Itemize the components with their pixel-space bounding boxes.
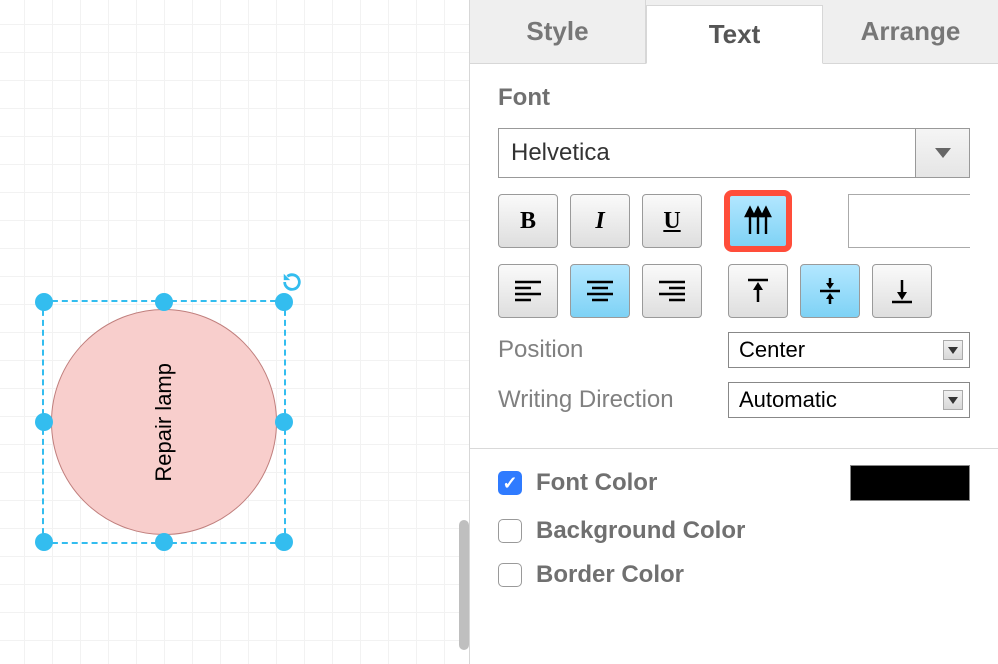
resize-handle-s[interactable] bbox=[155, 533, 173, 551]
valign-middle-button[interactable] bbox=[800, 264, 860, 318]
background-color-label: Background Color bbox=[536, 517, 745, 545]
chevron-down-icon bbox=[943, 390, 963, 410]
font-color-swatch[interactable] bbox=[850, 465, 970, 501]
format-panel: Style Text Arrange Font Helvetica B I U bbox=[469, 0, 998, 664]
valign-top-icon bbox=[745, 276, 771, 306]
align-left-button[interactable] bbox=[498, 264, 558, 318]
tab-style[interactable]: Style bbox=[470, 0, 646, 63]
shape-ellipse[interactable]: Repair lamp bbox=[51, 309, 277, 535]
resize-handle-e[interactable] bbox=[275, 413, 293, 431]
shape-label[interactable]: Repair lamp bbox=[151, 363, 177, 482]
border-color-label: Border Color bbox=[536, 561, 684, 589]
panel-tabs: Style Text Arrange bbox=[470, 0, 998, 64]
tab-arrange[interactable]: Arrange bbox=[823, 0, 998, 63]
font-heading: Font bbox=[498, 84, 970, 112]
align-right-icon bbox=[657, 279, 687, 303]
align-center-icon bbox=[585, 279, 615, 303]
valign-middle-icon bbox=[817, 276, 843, 306]
rotate-handle[interactable] bbox=[280, 270, 304, 294]
valign-bottom-button[interactable] bbox=[872, 264, 932, 318]
canvas-grid bbox=[0, 0, 469, 664]
font-size-stepper[interactable]: pt ▲ ▼ bbox=[848, 194, 970, 248]
align-right-button[interactable] bbox=[642, 264, 702, 318]
underline-button[interactable]: U bbox=[642, 194, 702, 248]
resize-handle-nw[interactable] bbox=[35, 293, 53, 311]
align-center-button[interactable] bbox=[570, 264, 630, 318]
canvas-scrollbar[interactable] bbox=[459, 520, 469, 650]
writing-direction-select[interactable]: Automatic bbox=[728, 382, 970, 418]
chevron-down-icon bbox=[943, 340, 963, 360]
writing-direction-value: Automatic bbox=[739, 387, 837, 413]
resize-handle-se[interactable] bbox=[275, 533, 293, 551]
tab-text[interactable]: Text bbox=[646, 5, 823, 64]
font-family-dropdown-button[interactable] bbox=[916, 128, 970, 178]
position-value: Center bbox=[739, 337, 805, 363]
valign-bottom-icon bbox=[889, 276, 915, 306]
canvas[interactable]: Repair lamp bbox=[0, 0, 469, 664]
resize-handle-w[interactable] bbox=[35, 413, 53, 431]
font-color-label: Font Color bbox=[536, 469, 657, 497]
position-label: Position bbox=[498, 336, 728, 364]
resize-handle-ne[interactable] bbox=[275, 293, 293, 311]
writing-direction-label: Writing Direction bbox=[498, 386, 728, 414]
italic-button[interactable]: I bbox=[570, 194, 630, 248]
chevron-down-icon bbox=[935, 148, 951, 158]
vertical-text-button[interactable] bbox=[728, 194, 788, 248]
font-size-input[interactable] bbox=[849, 195, 998, 247]
resize-handle-n[interactable] bbox=[155, 293, 173, 311]
resize-handle-sw[interactable] bbox=[35, 533, 53, 551]
vertical-text-icon bbox=[741, 204, 775, 238]
bold-button[interactable]: B bbox=[498, 194, 558, 248]
background-color-checkbox[interactable] bbox=[498, 519, 522, 543]
border-color-checkbox[interactable] bbox=[498, 563, 522, 587]
position-select[interactable]: Center bbox=[728, 332, 970, 368]
valign-top-button[interactable] bbox=[728, 264, 788, 318]
align-left-icon bbox=[513, 279, 543, 303]
font-color-checkbox[interactable] bbox=[498, 471, 522, 495]
font-family-select[interactable]: Helvetica bbox=[498, 128, 916, 178]
font-family-value: Helvetica bbox=[511, 139, 610, 167]
